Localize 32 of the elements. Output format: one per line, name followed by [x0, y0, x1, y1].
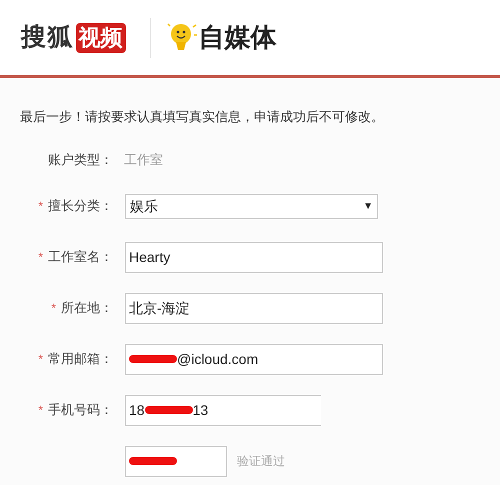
- category-dropdown[interactable]: 娱乐 ▼: [125, 194, 378, 218]
- field-label: 所在地：: [61, 299, 113, 318]
- field-value: 13: [192, 400, 208, 420]
- redaction-mark: [129, 457, 177, 465]
- field-label: 常用邮箱：: [48, 350, 113, 368]
- dropdown-arrow-icon: ▼: [363, 198, 373, 214]
- redaction-mark: [144, 406, 193, 414]
- required-mark: *: [38, 402, 43, 419]
- input-field[interactable]: 18 13: [125, 394, 321, 426]
- required-mark: *: [38, 249, 43, 266]
- brand-badge: 视频: [76, 22, 126, 52]
- field-label: 擅长分类：: [48, 197, 113, 216]
- brand-name: 搜狐: [21, 22, 74, 53]
- input-field[interactable]: 北京-海淀: [125, 292, 383, 324]
- required-mark: *: [38, 198, 43, 215]
- account-type-value: 工作室: [124, 150, 163, 169]
- brand-name: 自媒体: [198, 21, 276, 54]
- verification-status: 验证通过: [237, 453, 285, 470]
- input-field[interactable]: @icloud.com: [125, 344, 383, 374]
- input-field[interactable]: Hearty: [125, 242, 383, 272]
- verification-code-field[interactable]: [125, 446, 227, 476]
- field-value: Hearty: [129, 248, 170, 267]
- field-value: 18: [129, 400, 145, 420]
- field-label: 工作室名：: [48, 248, 113, 266]
- required-mark: *: [51, 300, 56, 317]
- intro-text: 最后一步！请按要求认真填写真实信息，申请成功后不可修改。: [20, 108, 385, 126]
- field-value: @icloud.com: [177, 350, 258, 368]
- field-value: 北京-海淀: [129, 298, 190, 318]
- field-label: 账户类型：: [48, 150, 113, 169]
- required-mark: *: [38, 351, 43, 368]
- field-label: 手机号码：: [48, 401, 113, 420]
- redaction-mark: [129, 355, 177, 363]
